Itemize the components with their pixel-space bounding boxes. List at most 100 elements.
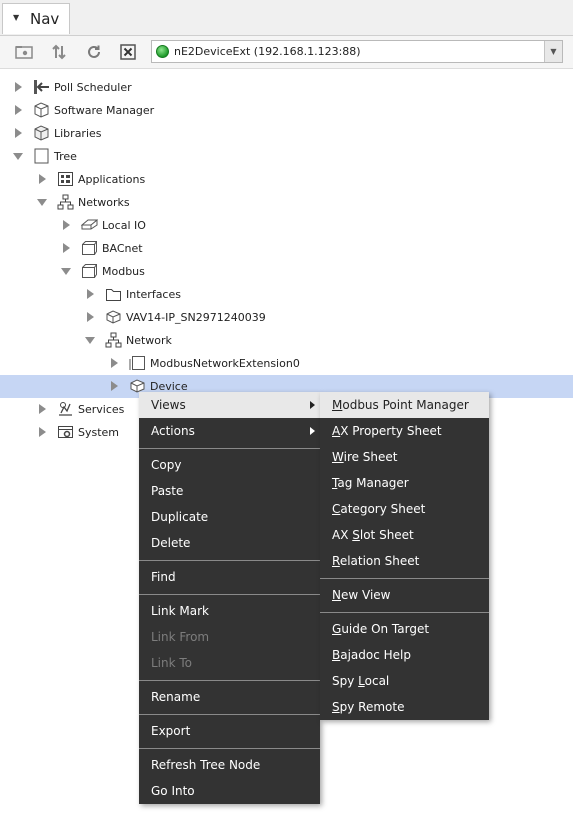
tree-node-network[interactable]: Network <box>0 329 573 352</box>
collapsed-toggle-icon[interactable] <box>37 426 47 438</box>
menu-item-link-mark[interactable]: Link Mark <box>139 598 320 624</box>
menu-item-find[interactable]: Find <box>139 564 320 590</box>
label-prefix: AX <box>332 528 353 542</box>
refresh-button[interactable] <box>83 41 105 63</box>
tree-node-vav14-ip-sn2971240039[interactable]: VAV14-IP_SN2971240039 <box>0 306 573 329</box>
tree-node-bacnet[interactable]: BACnet <box>0 237 573 260</box>
tree-node-libraries[interactable]: Libraries <box>0 122 573 145</box>
menu-item-label: Go Into <box>151 784 195 798</box>
tree-node-label: ModbusNetworkExtension0 <box>150 357 300 370</box>
tree-node-poll-scheduler[interactable]: Poll Scheduler <box>0 76 573 99</box>
collapsed-toggle-icon[interactable] <box>85 311 95 323</box>
tree-node-label: Networks <box>78 196 130 209</box>
tree-node-local-io[interactable]: Local IO <box>0 214 573 237</box>
submenu-item[interactable]: Spy Local <box>320 668 489 694</box>
submenu-separator <box>320 612 489 613</box>
submenu-item-label: Spy Local <box>332 674 389 688</box>
tree-node-tree[interactable]: Tree <box>0 145 573 168</box>
folder-icon <box>105 286 122 302</box>
collapsed-toggle-icon[interactable] <box>85 288 95 300</box>
bacnet-icon <box>81 240 98 256</box>
menu-item-paste[interactable]: Paste <box>139 478 320 504</box>
submenu-item[interactable]: Spy Remote <box>320 694 489 720</box>
submenu-item[interactable]: AX Slot Sheet <box>320 522 489 548</box>
label-rest: ire Sheet <box>343 450 398 464</box>
menu-item-refresh-tree-node[interactable]: Refresh Tree Node <box>139 752 320 778</box>
ord-selector-value: nE2DeviceExt (192.168.1.123:88) <box>174 45 361 58</box>
submenu-item[interactable]: AX Property Sheet <box>320 418 489 444</box>
nav-tab[interactable]: ▼ Nav <box>2 3 70 34</box>
menu-item-label: Views <box>151 398 186 412</box>
menu-item-rename[interactable]: Rename <box>139 684 320 710</box>
collapsed-toggle-icon[interactable] <box>109 357 119 369</box>
submenu-item[interactable]: Relation Sheet <box>320 548 489 574</box>
expanded-toggle-icon[interactable] <box>85 334 95 346</box>
submenu-item-label: Bajadoc Help <box>332 648 411 662</box>
label-rest: ag Manager <box>337 476 409 490</box>
new-folder-icon <box>15 46 33 59</box>
tree-node-modbusnetworkextension0[interactable]: ModbusNetworkExtension0 <box>0 352 573 375</box>
menu-item-actions[interactable]: Actions <box>139 418 320 444</box>
system-icon <box>57 424 74 440</box>
submenu-item-label: Category Sheet <box>332 502 425 516</box>
submenu-item[interactable]: Wire Sheet <box>320 444 489 470</box>
expanded-toggle-icon[interactable] <box>13 150 23 162</box>
tree-node-software-manager[interactable]: Software Manager <box>0 99 573 122</box>
network-icon <box>105 332 122 348</box>
expanded-toggle-icon[interactable] <box>37 196 47 208</box>
expanded-toggle-icon[interactable] <box>61 265 71 277</box>
label-rest: odbus Point Manager <box>342 398 469 412</box>
tree-node-networks[interactable]: Networks <box>0 191 573 214</box>
collapsed-toggle-icon[interactable] <box>61 242 71 254</box>
collapsed-toggle-icon[interactable] <box>13 81 23 93</box>
label-rest: ocal <box>364 674 390 688</box>
sort-button[interactable] <box>48 41 70 63</box>
chevron-down-icon[interactable]: ▼ <box>544 41 562 62</box>
menu-separator <box>139 714 320 715</box>
menu-separator <box>139 448 320 449</box>
context-menu: Views Actions Copy Paste Duplicate Delet… <box>139 392 320 804</box>
menu-item-label: Export <box>151 724 191 738</box>
services-icon <box>57 401 74 417</box>
label-rest: lot Sheet <box>359 528 414 542</box>
submenu-item-label: Relation Sheet <box>332 554 419 568</box>
collapsed-toggle-icon[interactable] <box>13 104 23 116</box>
tree-node-label: Services <box>78 403 125 416</box>
menu-item-go-into[interactable]: Go Into <box>139 778 320 804</box>
submenu-item-label: Spy Remote <box>332 700 404 714</box>
tree-node-interfaces[interactable]: Interfaces <box>0 283 573 306</box>
collapsed-toggle-icon[interactable] <box>37 173 47 185</box>
tree-node-modbus[interactable]: Modbus <box>0 260 573 283</box>
collapsed-toggle-icon[interactable] <box>37 403 47 415</box>
submenu-item[interactable]: Guide On Target <box>320 616 489 642</box>
submenu-item[interactable]: Modbus Point Manager <box>320 392 489 418</box>
modbus-icon <box>81 263 98 279</box>
submenu-item[interactable]: New View <box>320 582 489 608</box>
collapsed-toggle-icon[interactable] <box>109 380 119 392</box>
submenu-item[interactable]: Bajadoc Help <box>320 642 489 668</box>
tree-node-applications[interactable]: Applications <box>0 168 573 191</box>
menu-item-delete[interactable]: Delete <box>139 530 320 556</box>
menu-separator <box>139 594 320 595</box>
collapsed-toggle-icon[interactable] <box>61 219 71 231</box>
menu-separator <box>139 680 320 681</box>
menu-item-export[interactable]: Export <box>139 718 320 744</box>
mnemonic: A <box>332 424 341 438</box>
menu-item-label: Refresh Tree Node <box>151 758 261 772</box>
menu-item-duplicate[interactable]: Duplicate <box>139 504 320 530</box>
menu-item-link-to: Link To <box>139 650 320 676</box>
ord-selector[interactable]: nE2DeviceExt (192.168.1.123:88) ▼ <box>151 40 563 63</box>
submenu-item[interactable]: Tag Manager <box>320 470 489 496</box>
collapsed-toggle-icon[interactable] <box>13 127 23 139</box>
tab-menu-caret-icon[interactable]: ▼ <box>13 13 19 22</box>
tree-node-label: VAV14-IP_SN2971240039 <box>126 311 266 324</box>
close-button[interactable] <box>117 41 139 63</box>
menu-item-views[interactable]: Views <box>139 392 320 418</box>
new-folder-button[interactable] <box>13 41 35 63</box>
menu-item-copy[interactable]: Copy <box>139 452 320 478</box>
menu-item-label: Actions <box>151 424 195 438</box>
submenu-item[interactable]: Category Sheet <box>320 496 489 522</box>
tab-title: Nav <box>30 10 60 28</box>
tree-node-label: Tree <box>54 150 77 163</box>
submenu-item-label: Tag Manager <box>332 476 409 490</box>
